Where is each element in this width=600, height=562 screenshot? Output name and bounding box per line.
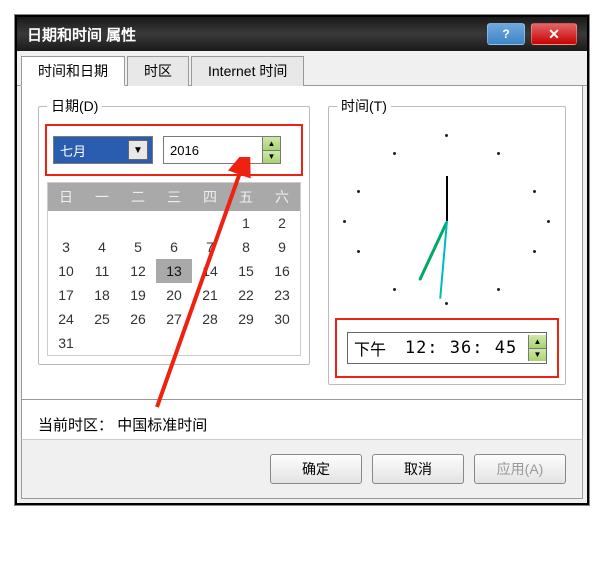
calendar-cell[interactable]: 25 — [84, 307, 120, 331]
close-button[interactable]: ✕ — [531, 23, 577, 45]
analog-clock — [337, 130, 557, 310]
calendar-cell[interactable]: 24 — [48, 307, 84, 331]
calendar-cell[interactable]: 19 — [120, 283, 156, 307]
weekday-sat: 六 — [264, 183, 300, 211]
date-groupbox: 日期(D) 七月 ▼ 2016 ▲ ▼ — [38, 96, 310, 365]
time-digits: 12: 36: 45 — [405, 338, 517, 358]
calendar-cell — [192, 211, 228, 235]
calendar-cell — [84, 211, 120, 235]
calendar-row: 31 — [48, 331, 300, 355]
calendar-cell[interactable]: 3 — [48, 235, 84, 259]
dialog-button-row: 确定 取消 应用(A) — [21, 439, 583, 499]
calendar-cell[interactable]: 12 — [120, 259, 156, 283]
calendar-cell[interactable]: 14 — [192, 259, 228, 283]
calendar-cell — [156, 331, 192, 355]
weekday-tue: 二 — [120, 183, 156, 211]
date-group-label: 日期(D) — [47, 96, 102, 116]
calendar-cell — [156, 211, 192, 235]
calendar-cell[interactable]: 15 — [228, 259, 264, 283]
current-timezone-row: 当前时区： 中国标准时间 — [21, 400, 583, 439]
window-title: 日期和时间 属性 — [27, 24, 136, 45]
calendar-row: 3456789 — [48, 235, 300, 259]
calendar-cell[interactable]: 1 — [228, 211, 264, 235]
weekday-thu: 四 — [192, 183, 228, 211]
time-spinner-highlight: 下午 12: 36: 45 ▲ ▼ — [337, 320, 557, 376]
titlebar: 日期和时间 属性 ? ✕ — [17, 17, 587, 51]
calendar-cell[interactable]: 20 — [156, 283, 192, 307]
calendar-cell[interactable]: 7 — [192, 235, 228, 259]
calendar-row: 10111213141516 — [48, 259, 300, 283]
help-button[interactable]: ? — [487, 23, 525, 45]
calendar-cell[interactable]: 29 — [228, 307, 264, 331]
calendar-cell[interactable]: 28 — [192, 307, 228, 331]
year-down-button[interactable]: ▼ — [262, 151, 280, 164]
weekday-sun: 日 — [48, 183, 84, 211]
month-dropdown-value: 七月 — [60, 141, 86, 160]
tab-timezone[interactable]: 时区 — [127, 56, 189, 86]
calendar-cell[interactable]: 31 — [48, 331, 84, 355]
calendar-cell — [192, 331, 228, 355]
chevron-down-icon: ▼ — [128, 140, 148, 160]
calendar-cell[interactable]: 5 — [120, 235, 156, 259]
calendar-cell[interactable]: 6 — [156, 235, 192, 259]
time-group-label: 时间(T) — [337, 96, 391, 116]
time-spinner[interactable]: 下午 12: 36: 45 ▲ ▼ — [347, 332, 547, 364]
calendar-cell[interactable]: 23 — [264, 283, 300, 307]
calendar-cell — [84, 331, 120, 355]
timezone-label: 当前时区： — [38, 417, 113, 434]
calendar-row: 17181920212223 — [48, 283, 300, 307]
time-groupbox: 时间(T) — [328, 96, 566, 385]
calendar: 日 一 二 三 四 五 六 12345678910111213141516171… — [47, 182, 301, 356]
calendar-cell — [228, 331, 264, 355]
weekday-wed: 三 — [156, 183, 192, 211]
calendar-cell[interactable]: 10 — [48, 259, 84, 283]
calendar-cell[interactable]: 26 — [120, 307, 156, 331]
year-up-button[interactable]: ▲ — [262, 137, 280, 151]
calendar-cell[interactable]: 30 — [264, 307, 300, 331]
timezone-value: 中国标准时间 — [117, 417, 207, 434]
time-ampm: 下午 — [354, 336, 386, 360]
calendar-cell — [48, 211, 84, 235]
calendar-cell — [264, 331, 300, 355]
calendar-cell[interactable]: 22 — [228, 283, 264, 307]
month-year-selector-highlight: 七月 ▼ 2016 ▲ ▼ — [47, 126, 301, 174]
calendar-cell[interactable]: 16 — [264, 259, 300, 283]
clock-hour-hand — [446, 176, 448, 221]
ok-button[interactable]: 确定 — [270, 454, 362, 484]
apply-button[interactable]: 应用(A) — [474, 454, 566, 484]
tab-strip: 时间和日期 时区 Internet 时间 — [17, 51, 587, 86]
year-spinner[interactable]: 2016 ▲ ▼ — [163, 136, 281, 164]
calendar-cell[interactable]: 2 — [264, 211, 300, 235]
close-icon: ✕ — [548, 26, 560, 43]
weekday-fri: 五 — [228, 183, 264, 211]
tab-datetime-panel: 日期(D) 七月 ▼ 2016 ▲ ▼ — [21, 86, 583, 400]
month-dropdown[interactable]: 七月 ▼ — [53, 136, 153, 164]
calendar-row: 12 — [48, 211, 300, 235]
calendar-cell[interactable]: 9 — [264, 235, 300, 259]
calendar-cell — [120, 331, 156, 355]
calendar-cell[interactable]: 17 — [48, 283, 84, 307]
calendar-cell[interactable]: 18 — [84, 283, 120, 307]
calendar-row: 24252627282930 — [48, 307, 300, 331]
calendar-header-row: 日 一 二 三 四 五 六 — [48, 183, 300, 211]
calendar-cell[interactable]: 11 — [84, 259, 120, 283]
tab-datetime[interactable]: 时间和日期 — [21, 56, 125, 86]
time-up-button[interactable]: ▲ — [528, 335, 546, 349]
calendar-cell[interactable]: 21 — [192, 283, 228, 307]
calendar-cell[interactable]: 13 — [156, 259, 192, 283]
time-down-button[interactable]: ▼ — [528, 349, 546, 362]
cancel-button[interactable]: 取消 — [372, 454, 464, 484]
tab-internet-time[interactable]: Internet 时间 — [191, 56, 304, 86]
weekday-mon: 一 — [84, 183, 120, 211]
help-icon: ? — [502, 27, 509, 41]
datetime-properties-window: 日期和时间 属性 ? ✕ 时间和日期 时区 Internet 时间 日期(D) — [15, 15, 589, 505]
calendar-cell — [120, 211, 156, 235]
calendar-cell[interactable]: 8 — [228, 235, 264, 259]
calendar-cell[interactable]: 27 — [156, 307, 192, 331]
calendar-cell[interactable]: 4 — [84, 235, 120, 259]
year-value: 2016 — [170, 143, 199, 158]
